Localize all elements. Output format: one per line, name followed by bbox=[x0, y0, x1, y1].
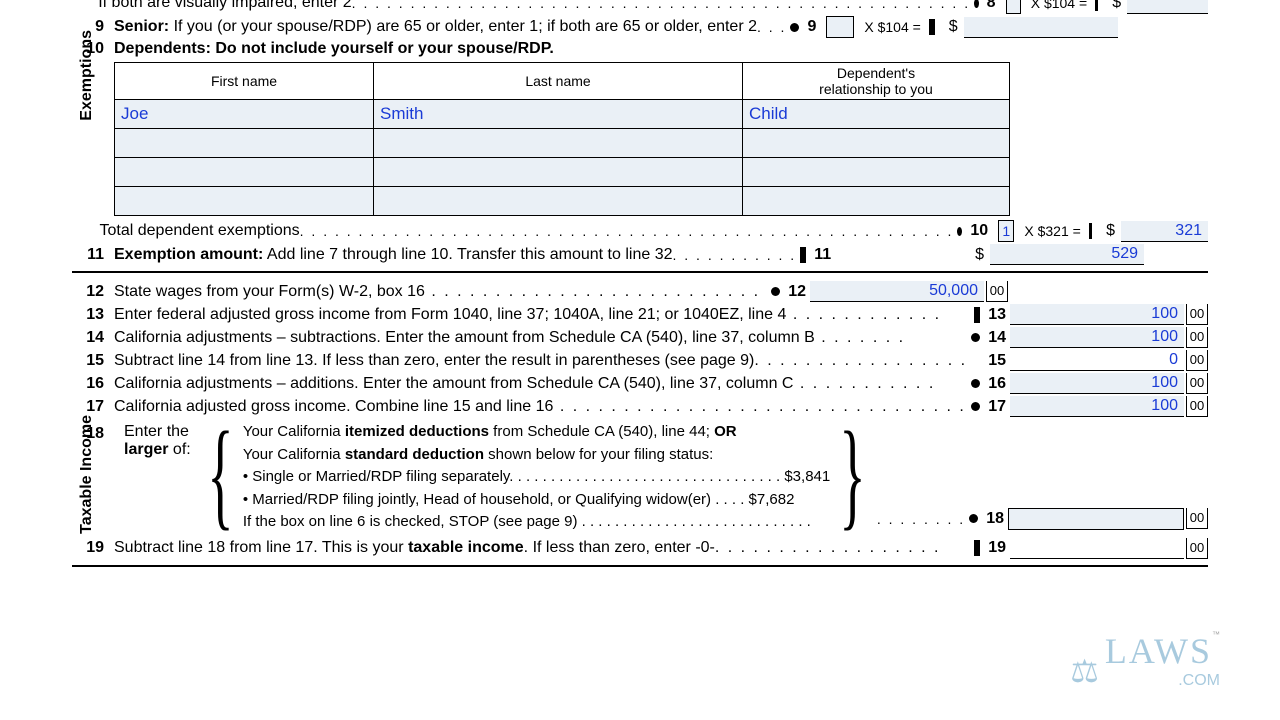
line10-amount[interactable]: 321 bbox=[1121, 221, 1208, 242]
dot-marker-icon bbox=[957, 227, 962, 236]
line17-rnum: 17 bbox=[988, 398, 1006, 416]
right-brace-icon: } bbox=[839, 413, 865, 541]
line14-amount[interactable]: 100 bbox=[1010, 327, 1184, 348]
line15-cents: 00 bbox=[1186, 350, 1208, 371]
bar-marker-icon bbox=[929, 19, 935, 35]
line13-amount[interactable]: 100 bbox=[1010, 304, 1184, 325]
line12-amount[interactable]: 50,000 bbox=[810, 281, 984, 302]
line8-amount[interactable] bbox=[1127, 0, 1208, 14]
line10-rnum: 10 bbox=[970, 222, 988, 240]
bar-marker-icon bbox=[974, 307, 980, 323]
line16-cents: 00 bbox=[1186, 373, 1208, 394]
table-row bbox=[115, 187, 1010, 216]
line14-cents: 00 bbox=[1186, 327, 1208, 348]
dep-first-3[interactable] bbox=[115, 187, 374, 216]
line14-num: 14 bbox=[72, 329, 104, 347]
dep-rel-3[interactable] bbox=[743, 187, 1010, 216]
table-row: Joe Smith Child bbox=[115, 100, 1010, 129]
line8-text: If both are visually impaired, enter 2 bbox=[98, 0, 351, 12]
line8-rnum: 8 bbox=[987, 0, 996, 12]
line11-amount[interactable]: 529 bbox=[990, 244, 1144, 265]
dep-first-1[interactable] bbox=[115, 129, 374, 158]
line8-count-box[interactable] bbox=[1006, 0, 1021, 14]
line13-rnum: 13 bbox=[988, 306, 1006, 324]
dep-header-last: Last name bbox=[374, 63, 743, 100]
dot-marker-icon bbox=[974, 0, 979, 8]
dot-marker-icon bbox=[971, 402, 980, 411]
bar-marker-icon bbox=[800, 247, 806, 263]
line15-num: 15 bbox=[72, 352, 104, 370]
line15-rnum: 15 bbox=[988, 352, 1006, 370]
dependents-table: First name Last name Dependent's relatio… bbox=[114, 62, 1010, 216]
dep-rel-0[interactable]: Child bbox=[743, 100, 1010, 129]
line9-rnum: 9 bbox=[807, 18, 816, 36]
line18-rnum: 18 bbox=[986, 510, 1004, 528]
line16-rnum: 16 bbox=[988, 375, 1006, 393]
bar-marker-icon bbox=[974, 540, 980, 556]
line17-num: 17 bbox=[72, 398, 104, 416]
line10-total-text: Total dependent exemptions bbox=[100, 222, 300, 240]
bar-marker-icon bbox=[1089, 223, 1092, 239]
line16-amount[interactable]: 100 bbox=[1010, 373, 1184, 394]
line19-amount[interactable] bbox=[1010, 538, 1184, 559]
line19-cents: 00 bbox=[1186, 538, 1208, 559]
dot-marker-icon bbox=[771, 287, 780, 296]
dep-header-first: First name bbox=[115, 63, 374, 100]
line17-cents: 00 bbox=[1186, 396, 1208, 417]
line19-rnum: 19 bbox=[988, 539, 1006, 557]
line14-rnum: 14 bbox=[988, 329, 1006, 347]
dep-rel-1[interactable] bbox=[743, 129, 1010, 158]
line10-count-box[interactable]: 1 bbox=[998, 220, 1014, 242]
section-divider bbox=[72, 565, 1208, 567]
left-brace-icon: { bbox=[207, 413, 233, 541]
line10-text: Dependents: Do not include yourself or y… bbox=[114, 40, 554, 58]
line9-count-box[interactable] bbox=[826, 16, 854, 38]
line12-num: 12 bbox=[72, 283, 104, 301]
line18-num: 18 bbox=[72, 425, 104, 443]
watermark-logo: ⚖ LAWS™ .COM bbox=[1070, 630, 1220, 690]
line18-amount[interactable] bbox=[1008, 508, 1184, 530]
line18-cents: 00 bbox=[1186, 508, 1208, 529]
table-row bbox=[115, 129, 1010, 158]
dep-first-2[interactable] bbox=[115, 158, 374, 187]
line17-amount[interactable]: 100 bbox=[1010, 396, 1184, 417]
dep-header-rel: Dependent's relationship to you bbox=[743, 63, 1010, 100]
line13-cents: 00 bbox=[1186, 304, 1208, 325]
bar-marker-icon bbox=[1095, 0, 1098, 11]
line19-num: 19 bbox=[72, 539, 104, 557]
line16-num: 16 bbox=[72, 375, 104, 393]
section-divider bbox=[72, 271, 1208, 273]
dep-rel-2[interactable] bbox=[743, 158, 1010, 187]
dot-marker-icon bbox=[971, 333, 980, 342]
dep-last-2[interactable] bbox=[374, 158, 743, 187]
line10-num: 10 bbox=[72, 40, 104, 58]
table-row bbox=[115, 158, 1010, 187]
line15-amount[interactable]: 0 bbox=[1010, 350, 1184, 371]
line12-cents: 00 bbox=[986, 281, 1008, 302]
dep-last-0[interactable]: Smith bbox=[374, 100, 743, 129]
dep-last-1[interactable] bbox=[374, 129, 743, 158]
line11-rnum: 11 bbox=[814, 246, 831, 264]
dot-marker-icon bbox=[971, 379, 980, 388]
dep-first-0[interactable]: Joe bbox=[115, 100, 374, 129]
scales-icon: ⚖ bbox=[1070, 652, 1099, 690]
line9-num: 9 bbox=[72, 18, 104, 36]
dot-marker-icon bbox=[790, 23, 799, 32]
line11-num: 11 bbox=[72, 246, 104, 264]
line12-rnum: 12 bbox=[788, 283, 806, 301]
line9-amount[interactable] bbox=[964, 17, 1118, 38]
dep-last-3[interactable] bbox=[374, 187, 743, 216]
dot-marker-icon bbox=[969, 514, 978, 523]
line13-num: 13 bbox=[72, 306, 104, 324]
